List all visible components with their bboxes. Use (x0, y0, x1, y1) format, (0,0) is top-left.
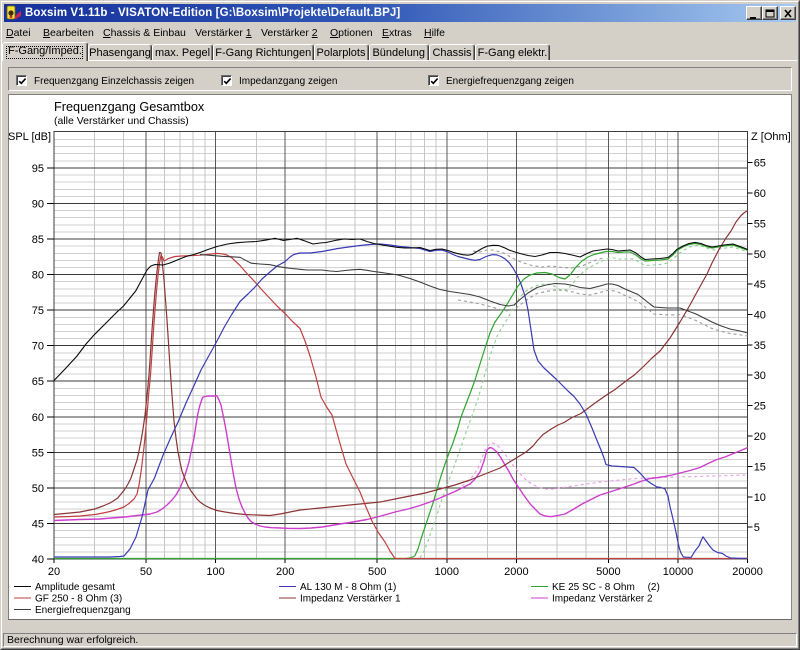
svg-text:10: 10 (754, 492, 766, 504)
svg-text:1000: 1000 (435, 566, 459, 578)
svg-text:10000: 10000 (663, 566, 694, 578)
svg-text:Amplitude gesamt: Amplitude gesamt (35, 582, 115, 593)
svg-text:50: 50 (140, 566, 152, 578)
svg-text:60: 60 (754, 188, 766, 200)
svg-text:50: 50 (754, 249, 766, 261)
svg-text:100: 100 (206, 566, 224, 578)
svg-text:200: 200 (276, 566, 294, 578)
svg-text:40: 40 (754, 310, 766, 322)
svg-text:2000: 2000 (504, 566, 528, 578)
svg-text:GF 250 - 8 Ohm (3): GF 250 - 8 Ohm (3) (35, 594, 122, 605)
svg-text:85: 85 (32, 234, 44, 246)
svg-text:90: 90 (32, 199, 44, 211)
svg-text:Frequenzgang Gesamtbox: Frequenzgang Gesamtbox (54, 100, 205, 114)
svg-text:5: 5 (754, 522, 760, 534)
svg-text:15: 15 (754, 461, 766, 473)
svg-text:50: 50 (32, 483, 44, 495)
svg-text:Energiefrequenzgang: Energiefrequenzgang (35, 605, 131, 616)
svg-text:20: 20 (48, 566, 60, 578)
svg-text:60: 60 (32, 412, 44, 424)
svg-text:AL 130 M - 8 Ohm (1): AL 130 M - 8 Ohm (1) (300, 582, 396, 593)
svg-text:Z [Ohm]: Z [Ohm] (751, 131, 791, 143)
svg-text:45: 45 (32, 519, 44, 531)
svg-text:Impedanz Verstärker 2: Impedanz Verstärker 2 (552, 594, 653, 605)
svg-text:Impedanz Verstärker 1: Impedanz Verstärker 1 (300, 594, 401, 605)
svg-text:25: 25 (754, 401, 766, 413)
svg-text:30: 30 (754, 370, 766, 382)
svg-text:55: 55 (754, 218, 766, 230)
svg-text:35: 35 (754, 340, 766, 352)
svg-text:80: 80 (32, 270, 44, 282)
svg-text:40: 40 (32, 554, 44, 566)
svg-text:65: 65 (754, 158, 766, 170)
svg-text:70: 70 (32, 341, 44, 353)
svg-text:20: 20 (754, 431, 766, 443)
svg-text:45: 45 (754, 279, 766, 291)
svg-text:KE 25 SC - 8 Ohm (2): KE 25 SC - 8 Ohm (2) (552, 582, 660, 593)
svg-text:(alle Verstärker und Chassis): (alle Verstärker und Chassis) (54, 115, 189, 127)
svg-text:75: 75 (32, 305, 44, 317)
svg-text:95: 95 (32, 163, 44, 175)
svg-text:55: 55 (32, 447, 44, 459)
svg-text:20000: 20000 (732, 566, 763, 578)
svg-text:SPL [dB]: SPL [dB] (8, 131, 51, 143)
svg-text:500: 500 (368, 566, 386, 578)
svg-text:65: 65 (32, 376, 44, 388)
svg-text:5000: 5000 (596, 566, 620, 578)
